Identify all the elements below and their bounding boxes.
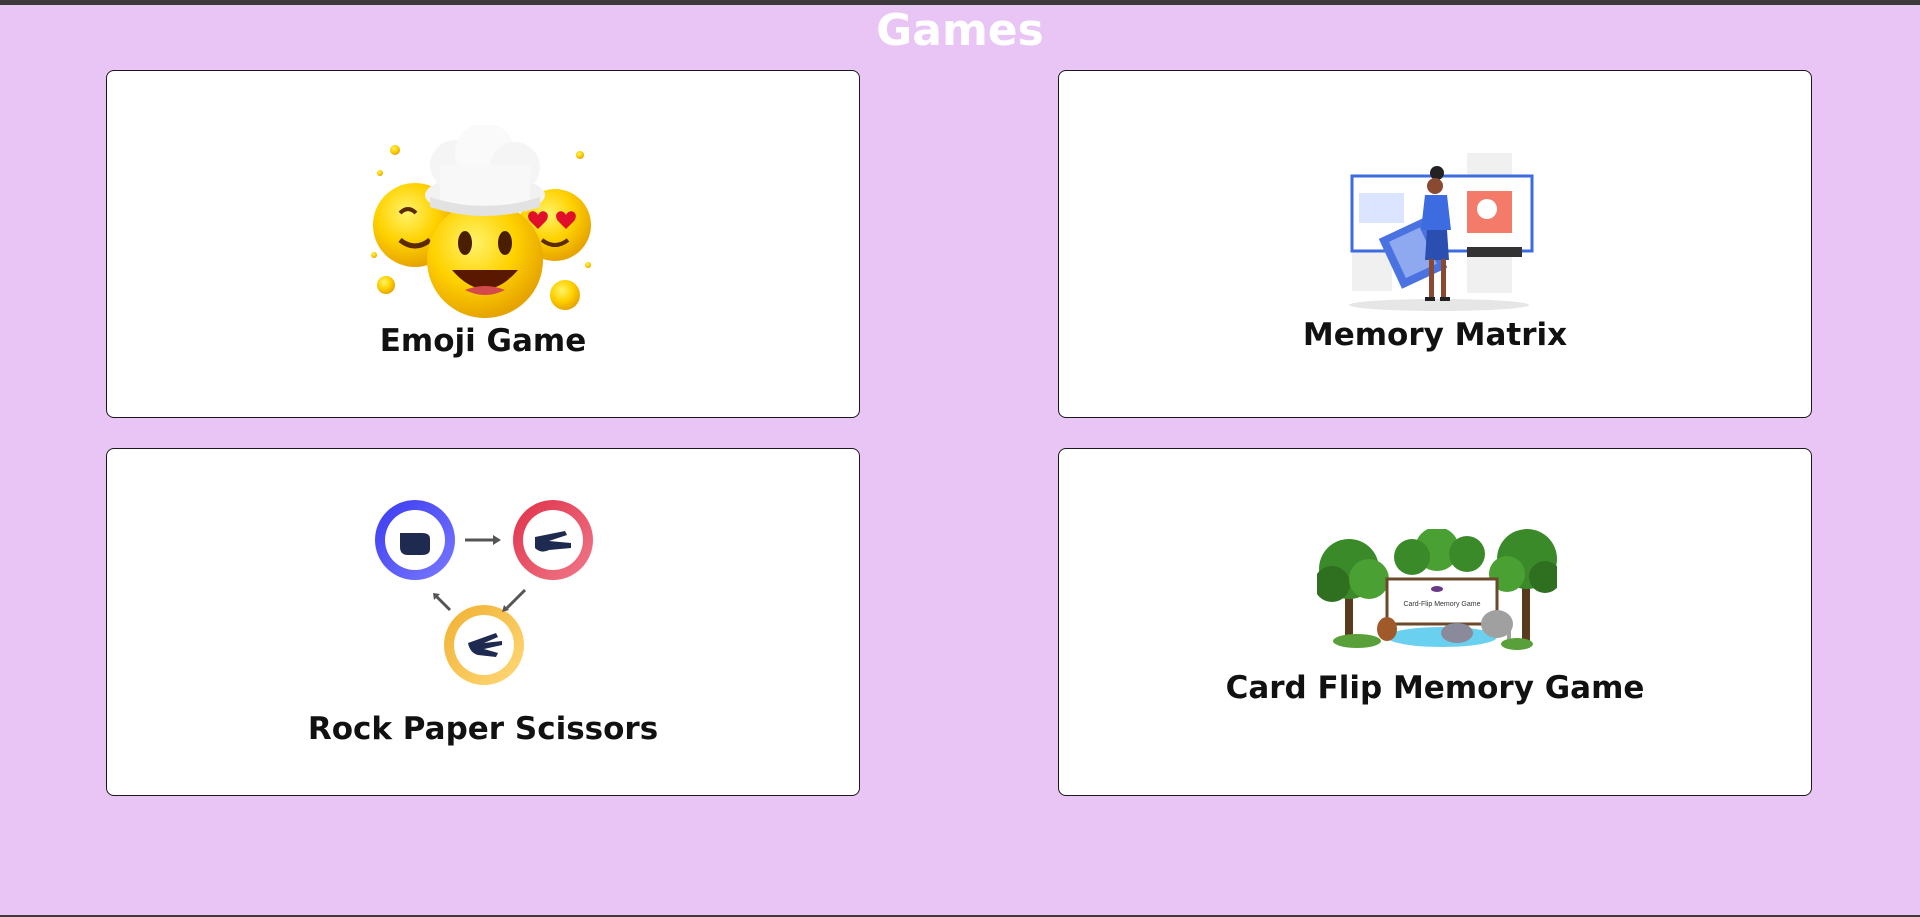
game-card-card-flip-memory-game[interactable]: Card-Flip Memory Game Card Flip Memory G… [1058,448,1812,796]
game-label-rock-paper-scissors: Rock Paper Scissors [307,711,659,747]
game-card-memory-matrix[interactable]: Memory Matrix [1058,70,1812,418]
rock-paper-scissors-icon [375,500,593,685]
page-title: Games [876,5,1044,56]
game-label-memory-matrix: Memory Matrix [1302,317,1568,353]
game-label-emoji-game: Emoji Game [379,323,587,359]
game-card-rock-paper-scissors[interactable]: Rock Paper Scissors [106,448,860,796]
memory-matrix-illustration [1349,153,1534,311]
game-label-card-flip-memory-game: Card Flip Memory Game [1225,670,1645,706]
emoji-faces-icon [371,125,591,318]
card-flip-jungle-illustration: Card-Flip Memory Game [1317,529,1557,650]
card-flip-banner-text: Card-Flip Memory Game [1403,601,1480,608]
game-card-emoji-game[interactable]: Emoji Game [106,70,860,418]
